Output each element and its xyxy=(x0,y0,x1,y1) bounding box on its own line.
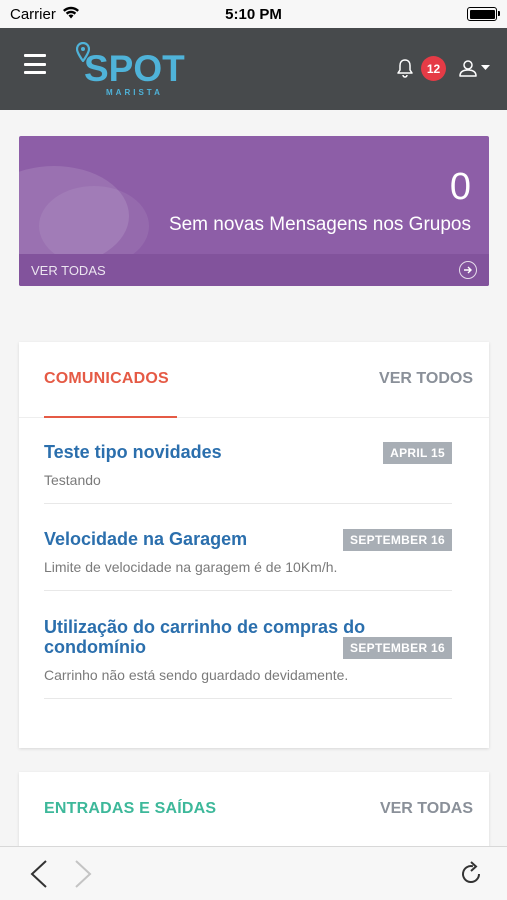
wifi-icon xyxy=(62,6,80,23)
hamburger-menu-icon[interactable] xyxy=(24,54,46,74)
notification-badge[interactable]: 12 xyxy=(421,56,446,81)
group-messages-card[interactable]: 0 Sem novas Mensagens nos Grupos VER TOD… xyxy=(19,136,489,286)
comunicados-panel: COMUNICADOS VER TODOS Teste tipo novidad… xyxy=(19,342,489,748)
active-tab-underline xyxy=(44,416,177,418)
news-item[interactable]: Utilização do carrinho de compras do con… xyxy=(44,617,452,699)
app-header: SPOT MARISTA 12 xyxy=(0,28,507,110)
spot-logo[interactable]: SPOT MARISTA xyxy=(76,40,196,98)
messages-footer[interactable]: VER TODAS xyxy=(19,254,489,286)
news-item[interactable]: Teste tipo novidades APRIL 15 Testando xyxy=(44,442,452,504)
logo-text: SPOT xyxy=(84,48,185,89)
comunicados-header: COMUNICADOS VER TODOS xyxy=(19,342,489,418)
comunicados-title[interactable]: COMUNICADOS xyxy=(44,370,169,388)
see-all-messages-link[interactable]: VER TODAS xyxy=(31,263,106,278)
browser-toolbar xyxy=(0,846,507,900)
main-content[interactable]: 0 Sem novas Mensagens nos Grupos VER TOD… xyxy=(0,110,507,846)
battery-fill xyxy=(469,9,495,19)
entradas-title[interactable]: ENTRADAS E SAÍDAS xyxy=(44,800,216,818)
battery-icon xyxy=(467,7,500,21)
messages-count: 0 xyxy=(449,166,471,208)
news-title[interactable]: Teste tipo novidades xyxy=(44,442,404,462)
entradas-panel: ENTRADAS E SAÍDAS VER TODAS xyxy=(19,772,489,846)
entradas-header: ENTRADAS E SAÍDAS VER TODAS xyxy=(19,772,489,846)
date-badge: APRIL 15 xyxy=(383,442,452,464)
caret-down-icon xyxy=(481,65,490,70)
date-badge: SEPTEMBER 16 xyxy=(343,637,452,659)
user-icon xyxy=(459,60,477,77)
see-all-comunicados-link[interactable]: VER TODOS xyxy=(379,370,473,388)
carrier-signal: Carrier xyxy=(10,6,80,23)
news-description: Testando xyxy=(44,472,101,488)
news-description: Limite de velocidade na garagem é de 10K… xyxy=(44,559,338,575)
back-arrow-icon[interactable] xyxy=(28,859,50,894)
reload-icon[interactable] xyxy=(458,861,484,892)
arrow-right-icon[interactable] xyxy=(459,261,477,279)
bell-icon[interactable] xyxy=(396,58,414,83)
see-all-entradas-link[interactable]: VER TODAS xyxy=(380,800,473,818)
news-item[interactable]: Velocidade na Garagem SEPTEMBER 16 Limit… xyxy=(44,529,452,591)
date-badge: SEPTEMBER 16 xyxy=(343,529,452,551)
status-bar: Carrier 5:10 PM xyxy=(0,0,507,28)
carrier-label: Carrier xyxy=(10,5,56,23)
messages-label: Sem novas Mensagens nos Grupos xyxy=(168,214,471,235)
news-description: Carrinho não está sendo guardado devidam… xyxy=(44,667,349,683)
user-menu[interactable] xyxy=(458,58,490,78)
logo-subtitle: MARISTA xyxy=(106,88,163,97)
forward-arrow-icon[interactable] xyxy=(72,859,94,894)
